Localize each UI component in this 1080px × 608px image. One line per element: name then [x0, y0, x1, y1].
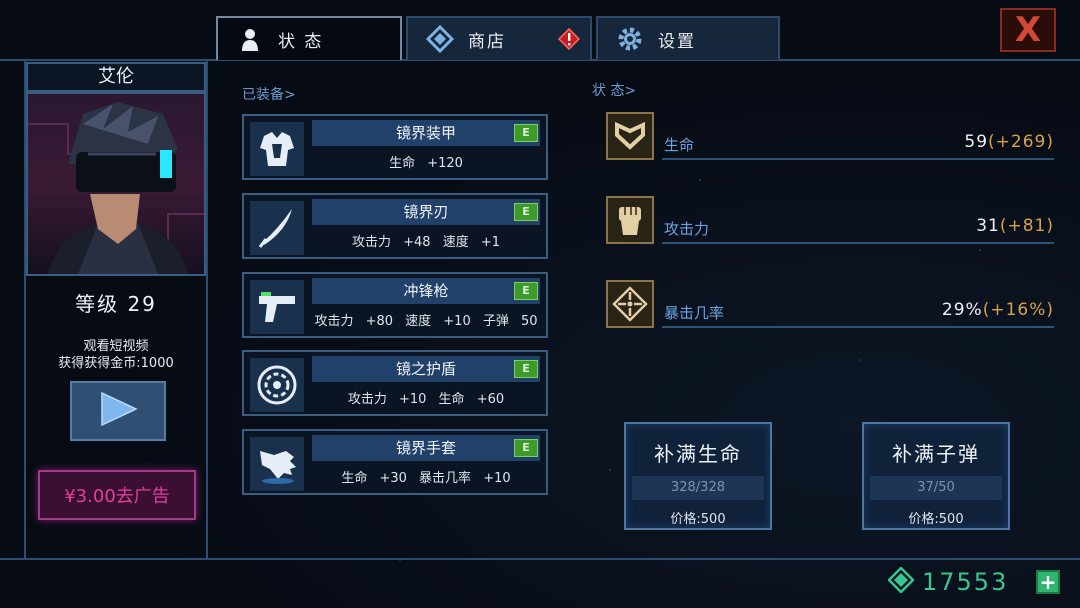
stat-name: 暴击几率 — [664, 304, 725, 322]
equipped-badge: E — [514, 203, 538, 221]
close-button[interactable]: X — [1000, 8, 1056, 52]
equip-name: 镜界手套 — [312, 435, 540, 461]
stat-row-hp: 生命 59(+269) — [606, 112, 1054, 164]
refill-hp-button[interactable]: 补满生命 328/328 价格:500 — [624, 422, 772, 530]
equip-stats: 攻击力 +80 速度 +10 子弹 50 — [314, 314, 538, 329]
equip-stats: 攻击力 +10 生命 +60 — [347, 392, 505, 407]
tab-settings-label: 设置 — [658, 31, 696, 52]
equip-name: 镜之护盾 — [312, 356, 540, 382]
blade-icon — [250, 201, 304, 255]
refill-ammo-button[interactable]: 补满子弹 37/50 价格:500 — [862, 422, 1010, 530]
ad-reward-line2: 获得获得金币:1000 — [58, 356, 174, 371]
remove-ads-button[interactable]: ¥3.00去广告 — [38, 470, 196, 520]
level-label: 等级 29 — [75, 292, 157, 316]
stat-name: 攻击力 — [664, 220, 710, 238]
equip-name: 冲锋枪 — [312, 278, 540, 304]
left-panel-border-right — [206, 59, 208, 559]
equip-slot-gun[interactable]: 冲锋枪 E 攻击力 +80 速度 +10 子弹 50 — [242, 272, 548, 338]
tab-shop[interactable]: 商店 — [406, 16, 592, 60]
tab-settings[interactable]: 设置 — [596, 16, 780, 60]
stat-row-attack: 攻击力 31(+81) — [606, 196, 1054, 248]
refill-price: 价格:500 — [908, 512, 964, 527]
shield-icon — [250, 358, 304, 412]
tab-status-label: 状 态 — [278, 31, 324, 52]
stat-value: 31(+81) — [976, 216, 1054, 236]
stat-underline — [662, 326, 1054, 328]
person-icon — [236, 25, 264, 53]
watch-video-button[interactable] — [70, 381, 166, 441]
tab-status[interactable]: 状 态 — [216, 16, 402, 60]
equip-slot-armor[interactable]: 镜界装甲 E 生命 +120 — [242, 114, 548, 180]
ad-reward-text: 观看短视频 获得获得金币:1000 — [26, 338, 206, 372]
refill-count: 328/328 — [632, 476, 764, 500]
equip-slot-blade[interactable]: 镜界刃 E 攻击力 +48 速度 +1 — [242, 193, 548, 259]
refill-title: 补满子弹 — [892, 442, 980, 466]
glove-icon — [250, 437, 304, 491]
gem-icon — [887, 566, 915, 597]
equip-slot-glove[interactable]: 镜界手套 E 生命 +30 暴击几率 +10 — [242, 429, 548, 495]
stat-bonus: (+269) — [988, 132, 1054, 152]
ad-reward-line1: 观看短视频 — [83, 339, 149, 354]
equipped-badge: E — [514, 439, 538, 457]
equip-name: 镜界刃 — [312, 199, 540, 225]
alert-icon — [557, 27, 581, 55]
gun-icon — [250, 280, 304, 334]
equip-stats: 生命 +120 — [389, 156, 463, 171]
equip-name: 镜界装甲 — [312, 120, 540, 146]
heart-icon — [606, 112, 654, 160]
plus-icon: + — [1039, 570, 1057, 594]
equip-stats: 生命 +30 暴击几率 +10 — [341, 471, 511, 486]
equip-stats: 攻击力 +48 速度 +1 — [352, 235, 500, 250]
stat-underline — [662, 242, 1054, 244]
stat-base: 29% — [941, 300, 983, 320]
gear-icon — [616, 25, 644, 53]
refill-price: 价格:500 — [670, 512, 726, 527]
equipped-badge: E — [514, 360, 538, 378]
stat-row-crit: 暴击几率 29%(+16%) — [606, 280, 1054, 332]
stat-name: 生命 — [664, 136, 695, 154]
status-header[interactable]: 状 态> — [592, 80, 636, 100]
play-icon — [96, 391, 140, 431]
stat-value: 59(+269) — [964, 132, 1054, 152]
bottom-divider — [0, 558, 1080, 560]
character-portrait — [26, 92, 206, 276]
tab-shop-label: 商店 — [468, 31, 506, 52]
diamond-icon — [426, 25, 454, 53]
currency-display: 17553 — [887, 566, 1009, 598]
armor-icon — [250, 122, 304, 176]
stat-bonus: (+16%) — [982, 300, 1054, 320]
currency-amount: 17553 — [922, 568, 1009, 596]
equip-slot-shield[interactable]: 镜之护盾 E 攻击力 +10 生命 +60 — [242, 350, 548, 416]
equipped-header[interactable]: 已装备> — [242, 84, 296, 104]
add-currency-button[interactable]: + — [1036, 570, 1060, 594]
refill-title: 补满生命 — [654, 442, 742, 466]
fist-icon — [606, 196, 654, 244]
equipped-badge: E — [514, 282, 538, 300]
stat-base: 59 — [964, 132, 989, 152]
stat-value: 29%(+16%) — [942, 300, 1054, 320]
crosshair-icon — [606, 280, 654, 328]
stat-base: 31 — [976, 216, 1000, 236]
refill-count: 37/50 — [870, 476, 1002, 500]
stat-bonus: (+81) — [999, 216, 1054, 236]
stat-underline — [662, 158, 1054, 160]
character-name: 艾伦 — [26, 62, 206, 92]
equipped-badge: E — [514, 124, 538, 142]
